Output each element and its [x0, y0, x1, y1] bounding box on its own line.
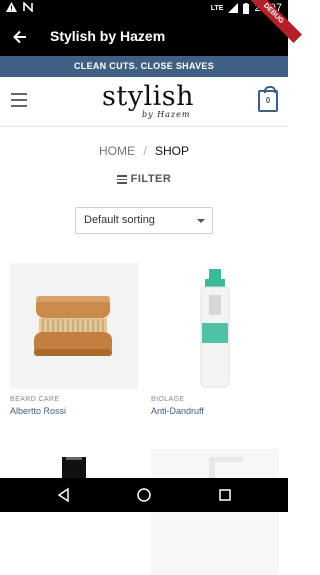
- arrow-left-icon: [13, 30, 26, 44]
- network-type-label: LTE: [210, 4, 224, 12]
- breadcrumb-current: SHOP: [155, 144, 190, 158]
- breadcrumb: HOME / SHOP: [0, 144, 288, 158]
- beard-brush-image: [34, 296, 112, 356]
- filter-icon: [116, 173, 127, 186]
- product-card[interactable]: BIOLAGE Anti-Dandruff: [151, 263, 279, 416]
- product-category: BEARD CARE: [10, 396, 60, 403]
- triangle-back-icon: [57, 487, 69, 503]
- cart-count: 0: [265, 96, 271, 105]
- logo-sub-text: by Hazem: [142, 110, 191, 119]
- logo[interactable]: stylish by Hazem: [98, 81, 198, 123]
- app-title: Stylish by Hazem: [50, 28, 166, 44]
- product-card[interactable]: [10, 449, 138, 575]
- product-image[interactable]: [151, 263, 279, 389]
- status-notifications: [6, 2, 33, 12]
- circle-home-icon: [137, 488, 151, 502]
- nav-home-button[interactable]: [136, 487, 152, 503]
- warning-icon: [6, 2, 17, 12]
- product-image[interactable]: [151, 449, 279, 575]
- shampoo-bottle-image: [200, 269, 230, 388]
- product-name[interactable]: Anti-Dandruff: [151, 406, 279, 416]
- product-card[interactable]: [151, 449, 279, 575]
- logo-main-text: stylish: [102, 81, 194, 112]
- nav-recents-button[interactable]: [217, 487, 233, 503]
- sort-select[interactable]: Default sorting: [75, 207, 213, 234]
- promo-banner: CLEAN CUTS. CLOSE SHAVES: [0, 56, 288, 77]
- app-bar: Stylish by Hazem: [0, 18, 288, 56]
- system-nav-bar: [0, 478, 288, 512]
- site-header: stylish by Hazem 0: [0, 77, 288, 127]
- square-recents-icon: [219, 489, 231, 501]
- cart-button[interactable]: 0: [258, 86, 278, 112]
- menu-button[interactable]: [11, 93, 27, 109]
- filter-label: FILTER: [130, 173, 172, 186]
- chevron-down-icon: [197, 219, 205, 223]
- back-button[interactable]: [8, 25, 32, 49]
- nav-back-button[interactable]: [56, 487, 72, 503]
- app-notification-icon: [23, 2, 33, 12]
- menu-icon-line: [11, 93, 27, 95]
- product-card[interactable]: BEARD CARE Albertto Rossi: [10, 263, 138, 416]
- product-name[interactable]: Albertto Rossi: [10, 406, 138, 416]
- breadcrumb-home-link[interactable]: HOME: [99, 144, 135, 158]
- menu-icon-line: [11, 105, 27, 107]
- status-bar: LTE 23:07 DEBUG: [0, 0, 302, 43]
- pump-bottle-image: [209, 457, 243, 479]
- battery-icon: [243, 2, 250, 14]
- breadcrumb-separator: /: [143, 144, 147, 158]
- spray-bottle-image: [62, 457, 86, 479]
- product-image[interactable]: [10, 263, 138, 389]
- sort-selected-value: Default sorting: [84, 214, 155, 226]
- signal-icon: [228, 3, 239, 13]
- filter-button[interactable]: FILTER: [0, 173, 288, 186]
- menu-icon-line: [11, 99, 27, 101]
- product-image[interactable]: [10, 449, 138, 575]
- product-category: BIOLAGE: [151, 396, 185, 403]
